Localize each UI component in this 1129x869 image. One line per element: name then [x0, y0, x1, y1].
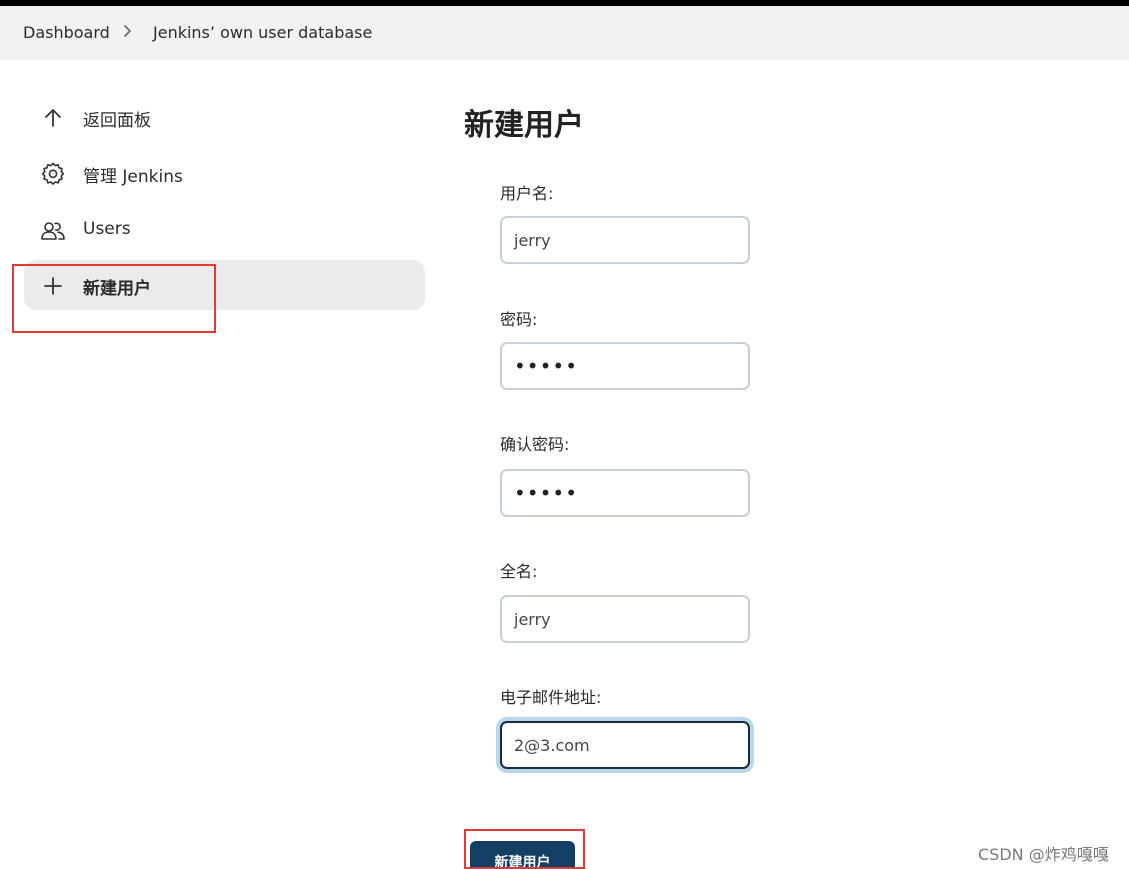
password-input[interactable]: ••••• [500, 342, 750, 390]
email-label: 电子邮件地址: [500, 688, 602, 707]
username-input[interactable]: jerry [500, 216, 750, 264]
confirm-password-input[interactable]: ••••• [500, 469, 750, 517]
watermark: CSDN @炸鸡嘎嘎 [978, 845, 1109, 864]
gear-icon [41, 162, 65, 185]
chevron-right-icon [124, 25, 131, 37]
username-label: 用户名: [500, 184, 554, 203]
annotation-highlight-submit [464, 829, 585, 869]
sidebar-item-label: 管理 Jenkins [83, 167, 183, 187]
breadcrumb: Dashboard Jenkins’ own user database [0, 6, 1129, 60]
sidebar-item-back-to-dashboard[interactable]: 返回面板 [24, 92, 425, 142]
breadcrumb-dashboard[interactable]: Dashboard [23, 23, 110, 42]
sidebar-item-label: 返回面板 [83, 111, 151, 131]
password-label: 密码: [500, 310, 538, 329]
fullname-label: 全名: [500, 562, 538, 581]
sidebar-item-label: Users [83, 219, 131, 239]
annotation-highlight-sidebar [12, 264, 216, 333]
confirm-password-label: 确认密码: [500, 435, 570, 454]
breadcrumb-user-database[interactable]: Jenkins’ own user database [153, 23, 372, 42]
fullname-input[interactable]: jerry [500, 595, 750, 643]
email-input[interactable]: 2@3.com [500, 721, 750, 769]
arrow-up-icon [45, 109, 61, 127]
users-icon [41, 222, 65, 240]
page-title: 新建用户 [464, 108, 584, 143]
sidebar-item-manage-jenkins[interactable]: 管理 Jenkins [24, 148, 425, 198]
sidebar-item-users[interactable]: Users [24, 205, 425, 255]
